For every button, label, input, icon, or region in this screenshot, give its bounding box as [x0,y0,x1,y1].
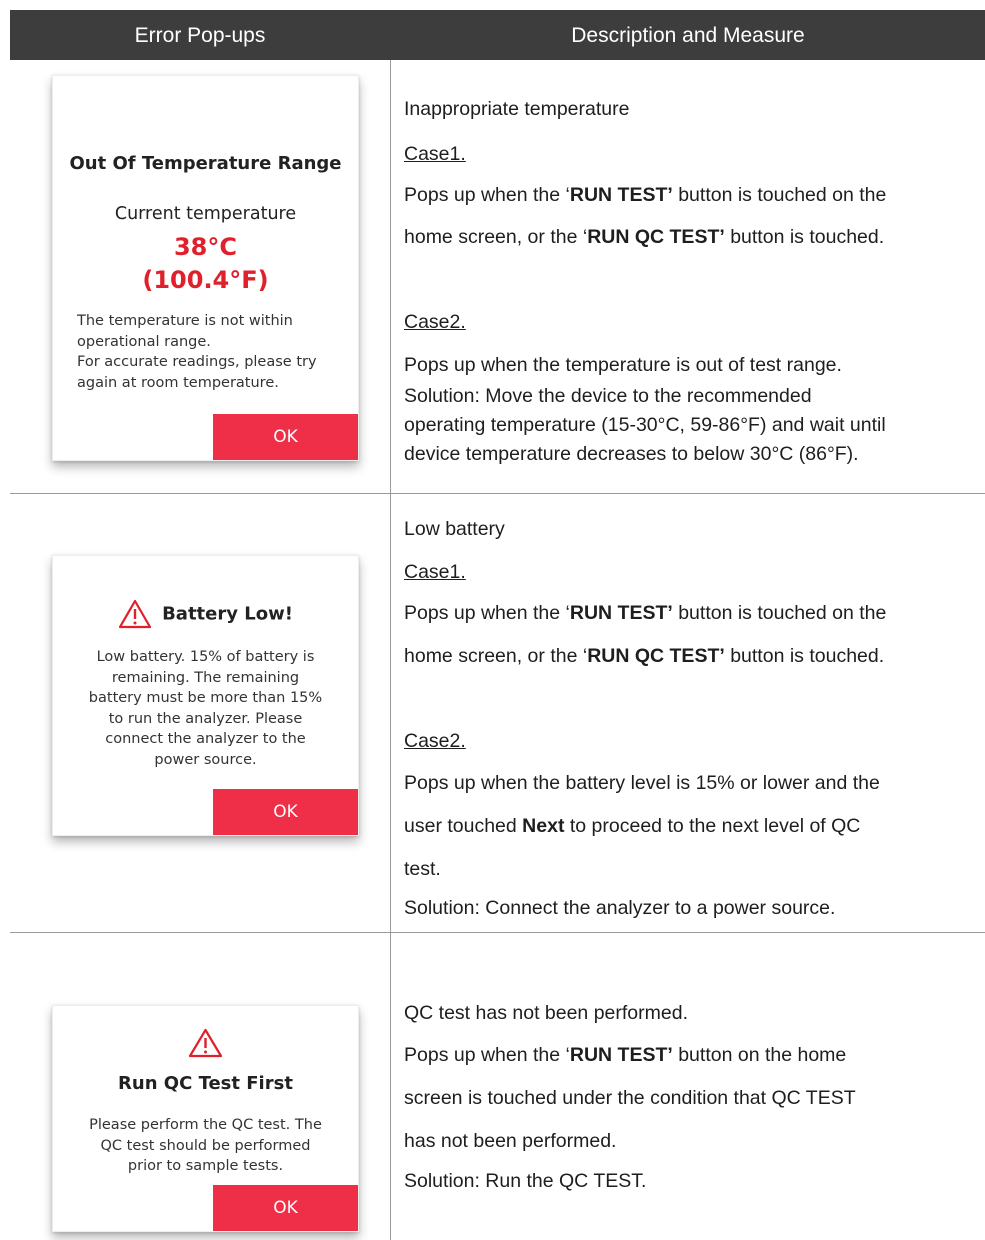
case1-label: Case1. [404,561,466,583]
text-run: button is touched. [724,226,885,248]
popup-message-line: connect the analyzer to the [105,731,306,747]
description-line: Solution: Move the device to the recomme… [404,385,812,407]
error-popup-table: Error Pop-ups Description and Measure Ou… [10,10,985,1240]
temperature-fahrenheit: (100.4°F) [142,266,269,294]
warning-triangle-icon [118,599,152,629]
popup-subtitle: Current temperature [114,204,297,224]
column-divider [390,60,391,1240]
description-heading: QC test has not been performed. [404,1002,688,1024]
description-heading: Inappropriate temperature [404,98,630,120]
popup-message-line: prior to sample tests. [127,1158,284,1174]
popup-message-line: power source. [154,751,257,768]
description-line: screen is touched under the condition th… [404,1087,856,1109]
popup-message-line: battery must be more than 15% [88,690,323,706]
description-line: home screen, or the ‘RUN QC TEST’ button… [404,226,884,249]
description-line: Pops up when the ‘RUN TEST’ button is to… [404,602,886,625]
temperature-popup: Out Of Temperature Range Current tempera… [52,75,359,461]
popup-title-group: Battery Low! [53,599,358,629]
bold-run: RUN QC TEST’ [587,226,725,248]
description-line: has not been performed. [404,1130,617,1152]
warning-triangle-icon [53,1027,358,1059]
battery-popup: Battery Low! Low battery. 15% of battery… [52,555,359,836]
text-run: button is touched on the [672,184,887,206]
row-divider [10,493,985,494]
popup-title: Run QC Test First [118,1073,293,1094]
description-heading: Low battery [404,518,505,540]
solution-line: Solution: Run the QC TEST. [404,1170,647,1192]
case1-label: Case1. [404,143,466,165]
popup-message-line: again at room temperature. [77,374,279,391]
description-line: user touched Next to proceed to the next… [404,815,860,838]
text-run: Pops up when the ‘ [404,184,570,206]
description-line: Pops up when the temperature is out of t… [404,354,842,376]
case2-label: Case2. [404,311,466,333]
table-header: Error Pop-ups Description and Measure [10,10,985,60]
qc-test-popup: Run QC Test First Please perform the QC … [52,1005,359,1232]
popup-message-line: to run the analyzer. Please [108,710,303,727]
description-line: operating temperature (15-30°C, 59-86°F)… [404,414,886,436]
text-run: home screen, or the ‘ [404,226,588,248]
popup-message: The temperature is not within operationa… [77,311,347,393]
text-run: user touched [404,815,523,837]
bold-run: RUN TEST’ [569,1044,673,1066]
text-run: to proceed to the next level of QC [564,815,861,837]
popup-message-line: For accurate readings, please try [77,354,317,370]
text-run: button on the home [672,1044,847,1066]
bold-run: Next [522,815,565,837]
description-line: device temperature decreases to below 30… [404,443,859,465]
popup-title: Battery Low! [162,603,293,625]
temperature-celsius: 38°C [173,233,237,261]
solution-line: Solution: Connect the analyzer to a powe… [404,897,836,919]
popup-message-line: Low battery. 15% of battery is [96,649,315,665]
bold-run: RUN TEST’ [569,602,673,624]
popup-message-line: remaining. The remaining [111,669,300,686]
popup-message-line: The temperature is not within [77,313,293,329]
description-line: home screen, or the ‘RUN QC TEST’ button… [404,645,884,668]
description-line: Pops up when the ‘RUN TEST’ button is to… [404,184,886,207]
header-error-popups: Error Pop-ups [134,24,266,47]
row-divider [10,932,985,933]
popup-message-line: operational range. [77,333,211,350]
text-run: button is touched on the [672,602,887,624]
description-line: test. [404,858,441,880]
bold-run: RUN TEST’ [569,184,673,206]
popup-title: Out Of Temperature Range [69,153,342,174]
popup-message-line: Please perform the QC test. The [89,1117,322,1133]
text-run: Pops up when the ‘ [404,1044,570,1066]
description-line: Pops up when the ‘RUN TEST’ button on th… [404,1044,846,1067]
text-run: button is touched. [724,645,885,667]
ok-button[interactable]: OK [213,789,358,835]
case2-label: Case2. [404,730,466,752]
text-run: home screen, or the ‘ [404,645,588,667]
bold-run: RUN QC TEST’ [587,645,725,667]
ok-button[interactable]: OK [213,414,358,460]
ok-button[interactable]: OK [213,1185,358,1231]
description-line: Pops up when the battery level is 15% or… [404,772,880,794]
header-description: Description and Measure [571,24,805,47]
popup-message-line: QC test should be performed [100,1137,311,1154]
popup-message: Please perform the QC test. The QC test … [53,1115,358,1177]
text-run: Pops up when the ‘ [404,602,570,624]
popup-message: Low battery. 15% of battery is remaining… [53,647,358,770]
